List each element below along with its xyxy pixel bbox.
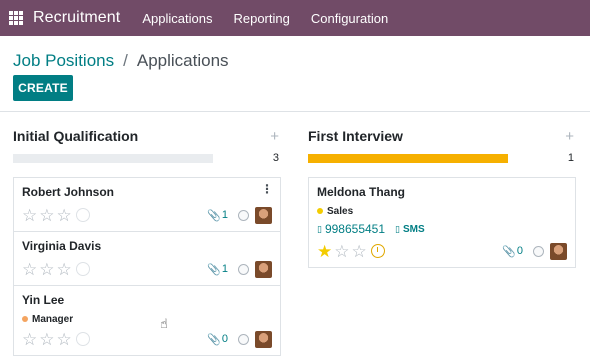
- card-right: 📎 1: [207, 206, 272, 224]
- kanban-board: Initial Qualification + 3 Robert Johnson…: [0, 112, 590, 364]
- apps-menu-icon[interactable]: [9, 11, 23, 25]
- column-progress: 1: [308, 152, 576, 164]
- priority-stars: ☆ ☆ ☆: [22, 207, 90, 224]
- column-progress: 3: [13, 152, 281, 164]
- applicant-name: Meldona Thang: [317, 185, 405, 199]
- column-title: Initial Qualification: [13, 128, 139, 144]
- attachment-count[interactable]: 📎 1: [207, 263, 228, 276]
- activity-clock-icon[interactable]: [75, 332, 90, 346]
- column-add-button[interactable]: +: [565, 128, 576, 145]
- kanban-card[interactable]: Yin Lee Manager ☆ ☆ ☆ 📎 0: [14, 286, 280, 355]
- top-navbar: Recruitment Applications Reporting Confi…: [0, 0, 590, 36]
- kanban-state-icon[interactable]: [238, 209, 249, 221]
- card-footer: ☆ ☆ ☆ 📎 1: [22, 205, 272, 225]
- progress-fill: [308, 153, 508, 163]
- star-icon[interactable]: ☆: [39, 207, 54, 224]
- kanban-state-icon[interactable]: [533, 245, 544, 257]
- app-brand[interactable]: Recruitment: [33, 9, 120, 27]
- column-header: Initial Qualification +: [13, 125, 281, 147]
- card-footer: ★ ☆ ☆ 📎 0: [317, 241, 567, 261]
- column-header: First Interview +: [308, 125, 576, 147]
- attachment-number: 1: [221, 209, 228, 221]
- column-add-button[interactable]: +: [270, 128, 281, 145]
- sms-link[interactable]: SMS: [403, 224, 425, 235]
- breadcrumb-current: Applications: [136, 50, 229, 70]
- tag-label: Sales: [327, 205, 354, 217]
- tag-color-dot: [317, 208, 323, 214]
- activity-clock-icon[interactable]: [75, 208, 90, 222]
- paperclip-icon: 📎: [207, 263, 221, 276]
- attachment-number: 0: [221, 333, 228, 345]
- column-first-interview: First Interview + 1 Meldona Thang Sales …: [308, 112, 576, 268]
- paperclip-icon: 📎: [502, 245, 516, 258]
- kanban-state-icon[interactable]: [238, 263, 249, 275]
- kanban-state-icon[interactable]: [238, 333, 249, 345]
- avatar: [550, 242, 567, 260]
- applicant-name: Virginia Davis: [22, 239, 102, 253]
- star-icon[interactable]: ☆: [57, 261, 72, 278]
- card-footer: ☆ ☆ ☆ 📎 0: [22, 329, 272, 349]
- star-icon[interactable]: ☆: [22, 207, 37, 224]
- avatar: [255, 330, 272, 348]
- kanban-card[interactable]: Meldona Thang Sales ▯ 998655451 ▯ SMS ★ …: [309, 178, 575, 267]
- nav-applications[interactable]: Applications: [142, 11, 212, 26]
- star-icon[interactable]: ☆: [352, 243, 367, 260]
- card-right: 📎 0: [207, 330, 272, 348]
- progress-bar[interactable]: [13, 153, 213, 163]
- card-tag: Sales: [317, 205, 567, 217]
- star-icon[interactable]: ☆: [22, 261, 37, 278]
- column-initial-qualification: Initial Qualification + 3 Robert Johnson…: [13, 112, 281, 356]
- star-icon[interactable]: ☆: [39, 261, 54, 278]
- priority-stars: ★ ☆ ☆: [317, 243, 385, 260]
- card-contact: ▯ 998655451 ▯ SMS: [317, 221, 567, 237]
- mobile-icon: ▯: [317, 223, 322, 234]
- card-footer: ☆ ☆ ☆ 📎 1: [22, 259, 272, 279]
- mobile-icon: ▯: [395, 223, 400, 234]
- progress-bar[interactable]: [308, 153, 508, 163]
- hand-cursor-icon: ☝: [160, 316, 168, 331]
- activity-clock-icon[interactable]: [75, 262, 90, 276]
- breadcrumb: Job Positions / Applications: [13, 36, 577, 74]
- star-icon[interactable]: ☆: [57, 331, 72, 348]
- create-button[interactable]: CREATE: [13, 75, 73, 101]
- card-tag: Manager: [22, 313, 272, 325]
- tag-color-dot: [22, 316, 28, 322]
- card-right: 📎 0: [502, 242, 567, 260]
- tag-label: Manager: [32, 313, 74, 325]
- avatar: [255, 206, 272, 224]
- priority-stars: ☆ ☆ ☆: [22, 261, 90, 278]
- attachment-count[interactable]: 📎 0: [207, 333, 228, 346]
- attachment-number: 1: [221, 263, 228, 275]
- priority-stars: ☆ ☆ ☆: [22, 331, 90, 348]
- star-icon[interactable]: ★: [317, 243, 332, 260]
- attachment-count[interactable]: 📎 0: [502, 245, 523, 258]
- applicant-name: Robert Johnson: [22, 185, 114, 199]
- control-panel: Job Positions / Applications CREATE: [0, 36, 590, 112]
- column-title: First Interview: [308, 128, 403, 144]
- card-list: Meldona Thang Sales ▯ 998655451 ▯ SMS ★ …: [308, 177, 576, 268]
- paperclip-icon: 📎: [207, 209, 221, 222]
- star-icon[interactable]: ☆: [334, 243, 349, 260]
- card-list: Robert Johnson ⋮ ☆ ☆ ☆ 📎 1 Virginia Davi…: [13, 177, 281, 356]
- column-count: 1: [567, 152, 574, 164]
- kanban-card[interactable]: Virginia Davis ☆ ☆ ☆ 📎 1: [14, 232, 280, 286]
- phone-link[interactable]: 998655451: [325, 222, 385, 236]
- avatar: [255, 260, 272, 278]
- card-right: 📎 1: [207, 260, 272, 278]
- nav-configuration[interactable]: Configuration: [311, 11, 388, 26]
- breadcrumb-job-positions[interactable]: Job Positions: [13, 51, 114, 71]
- star-icon[interactable]: ☆: [22, 331, 37, 348]
- attachment-number: 0: [516, 245, 523, 257]
- paperclip-icon: 📎: [207, 333, 221, 346]
- nav-reporting[interactable]: Reporting: [233, 11, 289, 26]
- star-icon[interactable]: ☆: [39, 331, 54, 348]
- card-menu-icon[interactable]: ⋮: [261, 183, 273, 195]
- activity-clock-icon[interactable]: [370, 244, 385, 258]
- column-count: 3: [272, 152, 279, 164]
- attachment-count[interactable]: 📎 1: [207, 209, 228, 222]
- breadcrumb-separator: /: [123, 50, 128, 70]
- kanban-card[interactable]: Robert Johnson ⋮ ☆ ☆ ☆ 📎 1: [14, 178, 280, 232]
- applicant-name: Yin Lee: [22, 293, 65, 307]
- star-icon[interactable]: ☆: [57, 207, 72, 224]
